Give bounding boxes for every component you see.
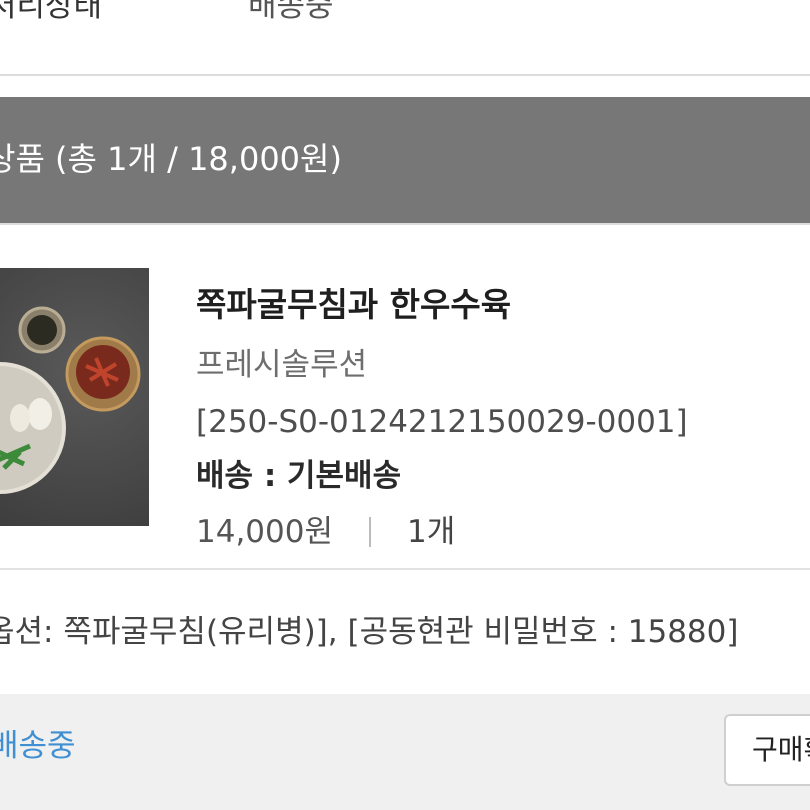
product-item[interactable]: 쪽파굴무침과 한우수육 프레시솔루션 [250-S0-0124212150029…: [0, 225, 810, 570]
product-price: 14,000원: [196, 514, 333, 550]
product-code: [250-S0-0124212150029-0001]: [196, 404, 688, 440]
order-detail-page: 처리상태 배송중 상품 (총 1개 / 18,000원) 쪽파굴무침과 한우수육…: [0, 0, 810, 810]
order-footer: 배송중 구매확정: [0, 694, 810, 810]
product-thumbnail[interactable]: [0, 268, 149, 526]
product-shipping: 배송 : 기본배송: [196, 458, 402, 494]
product-price-row: 14,000원 1개: [196, 510, 455, 554]
status-value: 배송중: [248, 0, 334, 24]
products-section-title: 상품 (총 1개 / 18,000원): [0, 140, 342, 178]
status-label: 처리상태: [0, 0, 103, 24]
purchase-confirm-button[interactable]: 구매확정: [724, 714, 810, 786]
product-quantity: 1개: [407, 514, 456, 550]
order-status-row: 처리상태 배송중: [0, 0, 810, 76]
footer-status: 배송중: [0, 728, 76, 764]
product-option-text: 옵션: 쪽파굴무침(유리병)], [공동현관 비밀번호 : 15880]: [0, 614, 739, 650]
products-section-header: 상품 (총 1개 / 18,000원): [0, 97, 810, 225]
product-name[interactable]: 쪽파굴무침과 한우수육: [196, 283, 511, 327]
price-divider: [369, 517, 371, 547]
food-dish-photo-icon: [0, 306, 141, 494]
product-option-row: 옵션: 쪽파굴무침(유리병)], [공동현관 비밀번호 : 15880]: [0, 570, 810, 694]
product-seller: 프레시솔루션: [196, 347, 368, 383]
